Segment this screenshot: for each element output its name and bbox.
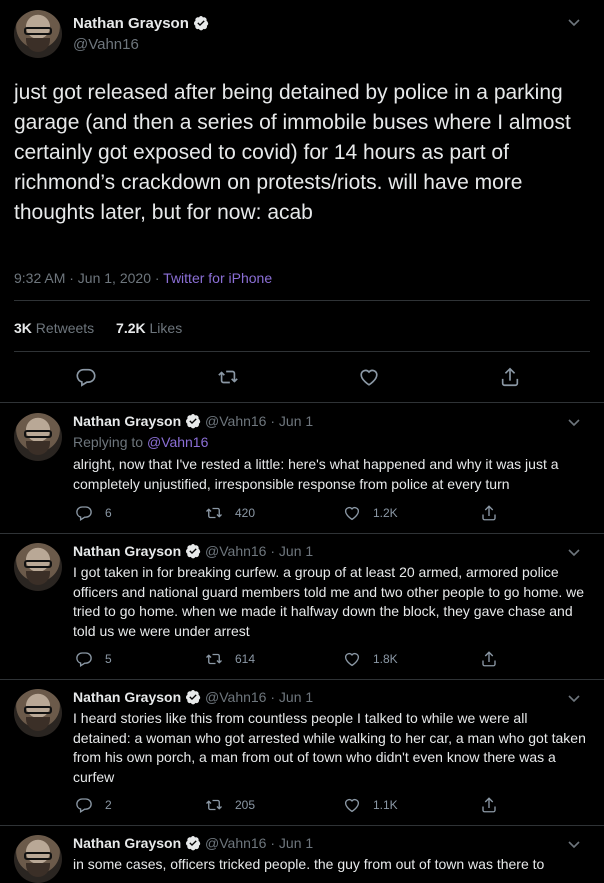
reply-text: in some cases, officers tricked people. … (73, 856, 545, 872)
reply-meta[interactable]: @Vahn16 · Jun 1 (205, 689, 313, 705)
retweet-icon[interactable] (205, 504, 223, 522)
replying-to-label: Replying to (73, 434, 144, 450)
share-action[interactable] (480, 504, 498, 522)
reply-icon[interactable] (75, 504, 93, 522)
reply-count: 6 (105, 506, 112, 520)
share-icon[interactable] (480, 504, 498, 522)
retweet-icon[interactable] (205, 796, 223, 814)
like-icon[interactable] (358, 366, 380, 388)
share-action[interactable] (480, 650, 498, 668)
reply-text: I got taken in for breaking curfew. a gr… (73, 564, 585, 639)
verified-badge-icon (193, 15, 209, 31)
verified-badge-icon (185, 543, 201, 559)
retweet-icon[interactable] (217, 366, 239, 388)
divider (14, 300, 590, 301)
share-icon[interactable] (480, 796, 498, 814)
reply-text: alright, now that I've rested a little: … (73, 456, 559, 492)
reply-author-line: Nathan Grayson @Vahn16 · Jun 1 (73, 543, 313, 559)
avatar[interactable] (14, 835, 62, 883)
reply-author-line: Nathan Grayson @Vahn16 · Jun 1 (73, 835, 313, 851)
reply-author-name[interactable]: Nathan Grayson (73, 543, 181, 559)
tweet-stats: 3K Retweets 7.2K Likes (14, 320, 182, 336)
retweet-count: 205 (235, 798, 256, 812)
likes-label: Likes (149, 320, 183, 336)
avatar[interactable] (14, 543, 62, 591)
thread-divider (0, 402, 604, 403)
tweet-meta: 9:32 AM · Jun 1, 2020 · Twitter for iPho… (14, 270, 272, 286)
chevron-down-icon[interactable] (567, 548, 581, 558)
verified-badge-icon (185, 689, 201, 705)
chevron-down-icon[interactable] (567, 694, 581, 704)
retweet-count: 420 (235, 506, 256, 520)
avatar[interactable] (14, 689, 62, 737)
like-action[interactable]: 1.2K (343, 504, 398, 522)
share-icon[interactable] (480, 650, 498, 668)
reply-author-name[interactable]: Nathan Grayson (73, 835, 181, 851)
author-line: Nathan Grayson (73, 15, 209, 32)
verified-badge-icon (185, 413, 201, 429)
replying-to-handle[interactable]: @Vahn16 (147, 434, 208, 450)
reply-author-line: Nathan Grayson @Vahn16 · Jun 1 (73, 413, 313, 429)
retweets-stat[interactable]: 3K Retweets (14, 320, 94, 336)
reply-author-line: Nathan Grayson @Vahn16 · Jun 1 (73, 689, 313, 705)
like-action[interactable]: 1.8K (343, 650, 398, 668)
like-count: 1.2K (373, 506, 398, 520)
reply-icon[interactable] (75, 366, 97, 388)
retweet-count: 614 (235, 652, 256, 666)
author-name[interactable]: Nathan Grayson (73, 15, 189, 32)
reply-count: 5 (105, 652, 112, 666)
reply-meta[interactable]: @Vahn16 · Jun 1 (205, 835, 313, 851)
retweets-count: 3K (14, 320, 32, 336)
reply-text: I heard stories like this from countless… (73, 710, 586, 785)
author-handle[interactable]: @Vahn16 (73, 36, 139, 53)
retweet-icon[interactable] (205, 650, 223, 668)
tweet-source[interactable]: Twitter for iPhone (163, 270, 272, 286)
reply-action[interactable]: 5 (75, 650, 112, 668)
reply-icon[interactable] (75, 650, 93, 668)
thread-divider (0, 533, 604, 534)
reply-meta[interactable]: @Vahn16 · Jun 1 (205, 543, 313, 559)
reply-action[interactable]: 2 (75, 796, 112, 814)
thread-divider (0, 679, 604, 680)
likes-stat[interactable]: 7.2K Likes (116, 320, 182, 336)
retweets-label: Retweets (35, 320, 95, 336)
reply-action[interactable]: 6 (75, 504, 112, 522)
share-action[interactable] (480, 796, 498, 814)
reply-author-name[interactable]: Nathan Grayson (73, 689, 181, 705)
share-icon[interactable] (499, 366, 521, 388)
like-count: 1.1K (373, 798, 398, 812)
like-icon[interactable] (343, 504, 361, 522)
chevron-down-icon[interactable] (567, 418, 581, 428)
verified-badge-icon (185, 835, 201, 851)
replying-to: Replying to @Vahn16 (73, 434, 208, 450)
reply-icon[interactable] (75, 796, 93, 814)
like-icon[interactable] (343, 796, 361, 814)
retweet-action[interactable]: 205 (205, 796, 255, 814)
reply-count: 2 (105, 798, 112, 812)
reply-meta[interactable]: @Vahn16 · Jun 1 (205, 413, 313, 429)
tweet-time[interactable]: 9:32 AM · Jun 1, 2020 · (14, 270, 160, 286)
retweet-action[interactable]: 420 (205, 504, 255, 522)
reply-author-name[interactable]: Nathan Grayson (73, 413, 181, 429)
tweet-text: just got released after being detained b… (14, 81, 571, 224)
like-count: 1.8K (373, 652, 398, 666)
avatar[interactable] (14, 413, 62, 461)
divider (14, 351, 590, 352)
like-icon[interactable] (343, 650, 361, 668)
likes-count: 7.2K (116, 320, 146, 336)
like-action[interactable]: 1.1K (343, 796, 398, 814)
avatar[interactable] (14, 10, 62, 58)
thread-divider (0, 825, 604, 826)
chevron-down-icon[interactable] (567, 18, 581, 28)
chevron-down-icon[interactable] (567, 840, 581, 850)
retweet-action[interactable]: 614 (205, 650, 255, 668)
